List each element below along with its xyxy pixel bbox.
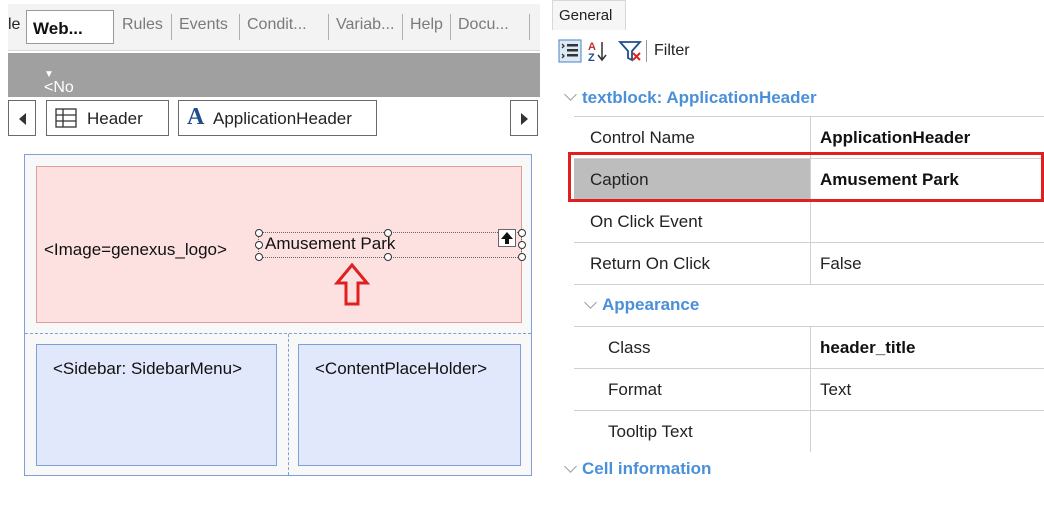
tab-separator bbox=[171, 14, 172, 40]
resize-handle[interactable] bbox=[384, 253, 392, 261]
column-separator bbox=[810, 327, 811, 368]
categorized-icon[interactable] bbox=[558, 39, 582, 63]
resize-handle[interactable] bbox=[255, 241, 263, 249]
resize-handle[interactable] bbox=[384, 229, 392, 237]
control-breadcrumb: Header A ApplicationHeader bbox=[8, 99, 540, 141]
column-divider bbox=[288, 334, 289, 475]
content-placeholder: <ContentPlaceHolder> bbox=[315, 359, 488, 378]
table-icon bbox=[55, 108, 77, 128]
property-name: Tooltip Text bbox=[608, 422, 693, 441]
section-title-textblock[interactable]: textblock: ApplicationHeader bbox=[582, 88, 817, 108]
tab-events[interactable]: Events bbox=[179, 16, 228, 34]
property-value[interactable]: False bbox=[820, 254, 862, 274]
content-placeholder-region[interactable]: <ContentPlaceHolder> bbox=[298, 344, 521, 466]
triangle-right-icon bbox=[521, 113, 528, 125]
section-title-appearance: Appearance bbox=[602, 295, 700, 314]
tab-separator bbox=[239, 14, 240, 40]
image-placeholder[interactable]: <Image=genexus_logo> bbox=[44, 240, 227, 260]
tab-variables[interactable]: Variab... bbox=[336, 16, 394, 34]
tab-rules[interactable]: Rules bbox=[122, 16, 163, 34]
property-name: Control Name bbox=[590, 128, 695, 147]
tab-separator bbox=[450, 14, 451, 40]
tab-partial[interactable]: le bbox=[8, 16, 20, 34]
sort-alphabetical-icon[interactable]: A Z bbox=[586, 39, 610, 63]
textblock-icon: A bbox=[187, 104, 205, 130]
tab-separator bbox=[402, 14, 403, 40]
tab-web-form[interactable]: Web... bbox=[26, 10, 114, 44]
action-group-label: ▼<No action group selected> bbox=[44, 69, 113, 150]
section-row-appearance[interactable]: Appearance bbox=[574, 284, 1044, 326]
property-value[interactable]: Text bbox=[820, 380, 851, 400]
chevron-down-icon[interactable] bbox=[584, 296, 597, 309]
breadcrumb-item-applicationheader[interactable]: A ApplicationHeader bbox=[178, 100, 377, 136]
red-arrow-up-icon bbox=[334, 262, 370, 306]
tab-help[interactable]: Help bbox=[410, 16, 443, 34]
tab-separator bbox=[328, 14, 329, 40]
arrow-up-icon bbox=[501, 232, 513, 244]
breadcrumb-scroll-left-button[interactable] bbox=[8, 100, 36, 136]
tab-separator bbox=[529, 14, 530, 40]
action-group-bar[interactable]: ▼<No action group selected> bbox=[8, 53, 540, 150]
property-value[interactable]: header_title bbox=[820, 338, 915, 358]
column-separator bbox=[810, 243, 811, 284]
property-name: Return On Click bbox=[590, 254, 710, 273]
tab-conditions[interactable]: Condit... bbox=[247, 16, 307, 34]
caption-highlight-annotation bbox=[568, 152, 1044, 202]
toolbar-separator bbox=[646, 40, 647, 62]
properties-toolbar: A Z Filter bbox=[552, 30, 1044, 72]
resize-handle[interactable] bbox=[518, 253, 526, 261]
column-separator bbox=[810, 411, 811, 452]
row-divider bbox=[25, 333, 531, 334]
property-row-return-on-click[interactable]: Return On Click False bbox=[574, 242, 1044, 284]
breadcrumb-label: ApplicationHeader bbox=[213, 109, 352, 128]
property-row-tooltip-text[interactable]: Tooltip Text bbox=[574, 410, 1044, 452]
breadcrumb-item-header[interactable]: Header bbox=[46, 100, 169, 136]
resize-handle[interactable] bbox=[255, 229, 263, 237]
column-separator bbox=[810, 369, 811, 410]
filter-label[interactable]: Filter bbox=[654, 42, 690, 60]
resize-handle[interactable] bbox=[518, 241, 526, 249]
breadcrumb-label: Header bbox=[87, 109, 143, 128]
resize-handle[interactable] bbox=[518, 229, 526, 237]
property-name: Class bbox=[608, 338, 651, 357]
select-parent-button[interactable] bbox=[498, 229, 516, 247]
sidebar-placeholder-region[interactable]: <Sidebar: SidebarMenu> bbox=[36, 344, 277, 466]
tab-documentation[interactable]: Docu... bbox=[458, 16, 509, 34]
property-value[interactable]: ApplicationHeader bbox=[820, 128, 970, 148]
sidebar-placeholder: <Sidebar: SidebarMenu> bbox=[53, 359, 243, 378]
breadcrumb-scroll-right-button[interactable] bbox=[510, 100, 538, 136]
resize-handle[interactable] bbox=[255, 253, 263, 261]
property-row-class[interactable]: Class header_title bbox=[574, 326, 1044, 368]
section-title-cell-information[interactable]: Cell information bbox=[582, 459, 711, 479]
property-row-format[interactable]: Format Text bbox=[574, 368, 1044, 410]
property-row-on-click-event[interactable]: On Click Event bbox=[574, 200, 1044, 242]
property-name: Format bbox=[608, 380, 662, 399]
svg-text:Z: Z bbox=[588, 52, 595, 63]
tab-general[interactable]: General bbox=[552, 0, 626, 30]
triangle-left-icon bbox=[19, 113, 26, 125]
caption-text: Amusement Park bbox=[265, 234, 396, 253]
property-name: On Click Event bbox=[590, 212, 703, 231]
column-separator bbox=[810, 201, 811, 242]
object-tab-bar: le Web... Rules Events Condit... Variab.… bbox=[8, 4, 540, 51]
filter-icon[interactable] bbox=[618, 39, 642, 63]
